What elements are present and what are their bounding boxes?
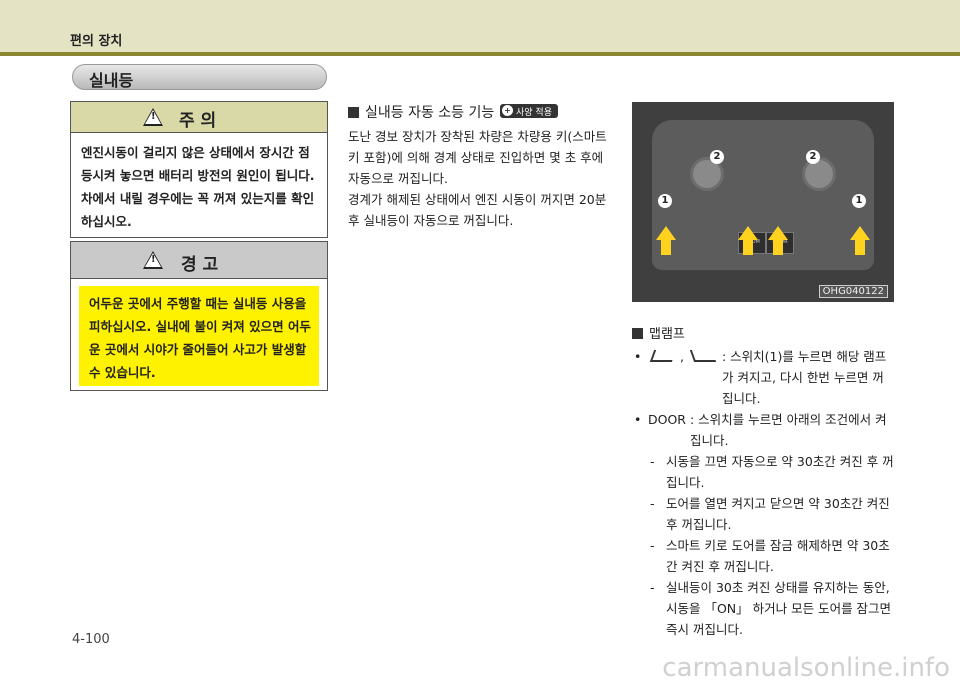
caution-header: ! 주 의	[71, 102, 327, 133]
arrow-up-icon	[850, 226, 870, 255]
auto-light-paragraph-2: 경계가 해제된 상태에서 엔진 시동이 꺼지면 20분 후 실내등이 자동으로 …	[348, 192, 607, 228]
map-lamp-switch-text: : 스위치(1)를 누르면 해당 램프가 켜지고, 다시 한번 누르면 꺼집니다…	[722, 349, 887, 406]
auto-light-heading-text: 실내등 자동 소등 기능	[365, 105, 495, 121]
header-band	[0, 0, 960, 56]
condition-1: 시동을 끄면 자동으로 약 30초간 켜진 후 꺼집니다.	[666, 454, 894, 490]
dash-bullet: -	[650, 538, 655, 553]
callout-1-left: 1	[658, 194, 672, 208]
square-bullet-icon	[632, 328, 643, 339]
header-rule	[0, 52, 960, 56]
callout-2-left: 2	[710, 150, 724, 164]
option-icon: +	[502, 105, 513, 116]
caution-box: ! 주 의 엔진시동이 걸리지 않은 상태에서 장시간 점등시켜 놓으면 배터리…	[70, 101, 328, 238]
map-lamp-heading: 맵램프	[632, 323, 685, 342]
dash-bullet: -	[650, 454, 655, 469]
bullet-dot: •	[634, 349, 642, 364]
section-title: 실내등	[89, 71, 134, 90]
map-lamp-photo: ROOM DOOR 1 2 2 1 OHG040122	[632, 102, 894, 302]
condition-3: 스마트 키로 도어를 잠금 해제하면 약 30초간 켜진 후 꺼집니다.	[666, 538, 890, 574]
right-lamp-lens	[802, 157, 836, 191]
warning-header: ! 경 고	[71, 242, 327, 279]
door-text: : 스위치를 누르면 아래의 조건에서 켜집니다.	[690, 412, 887, 448]
warning-box: ! 경 고 어두운 곳에서 주행할 때는 실내등 사용을 피하십시오. 실내에 …	[70, 241, 328, 391]
icon-separator: ,	[680, 349, 684, 364]
auto-light-paragraph-1: 도난 경보 장치가 장착된 차량은 차량용 키(스마트 키 포함)에 의해 경계…	[348, 129, 607, 186]
warning-triangle-icon: !	[143, 251, 163, 269]
callout-1-right: 1	[852, 194, 866, 208]
chapter-title: 편의 장치	[70, 34, 123, 49]
map-lamp-right-icon	[689, 350, 717, 362]
arrow-up-icon	[656, 226, 676, 255]
auto-light-heading: 실내등 자동 소등 기능	[348, 102, 494, 122]
option-badge: + 사양 적용시	[500, 104, 558, 131]
condition-2: 도어를 열면 켜지고 닫으면 약 30초간 켜진 후 꺼집니다.	[666, 496, 890, 532]
section-title-pill: 실내등	[72, 64, 327, 90]
watermark: carmanualsonline.info	[662, 653, 950, 683]
square-bullet-icon	[348, 107, 359, 118]
warning-highlight: 어두운 곳에서 주행할 때는 실내등 사용을 피하십시오. 실내에 불이 켜져 …	[79, 286, 319, 386]
arrow-up-icon	[768, 226, 788, 255]
bullet-dot: •	[634, 412, 642, 427]
page-number: 4-100	[72, 632, 110, 647]
condition-4: 실내등이 30초 켜진 상태를 유지하는 동안, 시동을 「ON」 하거나 모든…	[666, 580, 892, 637]
warning-title: 경 고	[181, 255, 219, 275]
door-label: DOOR	[648, 412, 686, 427]
arrow-up-icon	[738, 226, 758, 255]
map-lamp-heading-text: 맵램프	[649, 327, 685, 342]
photo-code: OHG040122	[818, 285, 888, 298]
dash-bullet: -	[650, 580, 655, 595]
map-lamp-left-icon	[649, 350, 677, 362]
warning-triangle-icon: !	[143, 108, 163, 126]
warning-text: 어두운 곳에서 주행할 때는 실내등 사용을 피하십시오. 실내에 불이 켜져 …	[89, 296, 312, 380]
caution-text: 엔진시동이 걸리지 않은 상태에서 장시간 점등시켜 놓으면 배터리 방전의 원…	[81, 145, 315, 229]
caution-title: 주 의	[179, 111, 217, 131]
dash-bullet: -	[650, 496, 655, 511]
callout-2-right: 2	[806, 150, 820, 164]
